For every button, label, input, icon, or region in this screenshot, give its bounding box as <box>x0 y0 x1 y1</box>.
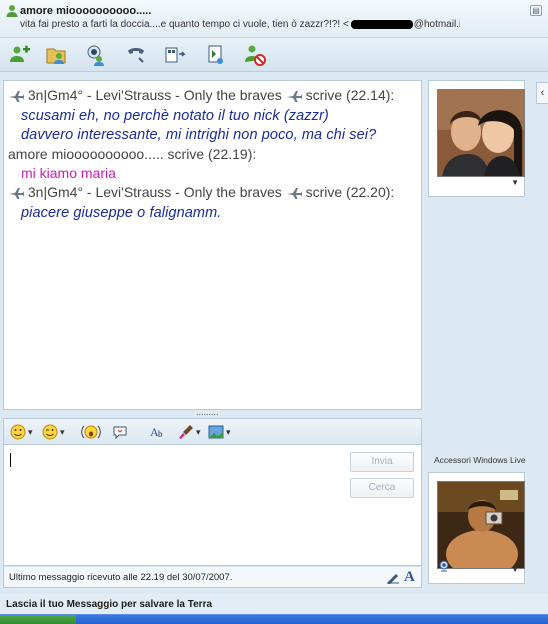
picture-icon <box>208 425 224 439</box>
nudge-button[interactable] <box>112 423 128 441</box>
send-button[interactable]: Invia <box>350 452 414 472</box>
message-text: piacere giuseppe o falignamm. <box>21 205 222 221</box>
games-icon <box>208 45 223 64</box>
airplane-icon <box>286 88 303 107</box>
webcam-button[interactable] <box>83 43 107 67</box>
search-button[interactable]: Cerca <box>350 478 414 498</box>
windows-live-accessories-label[interactable]: Accessori Windows Live <box>434 455 526 465</box>
theme-button[interactable]: ▾ <box>208 423 231 441</box>
webcam-icon <box>87 45 104 66</box>
call-button[interactable] <box>124 43 148 67</box>
voice-clip-icon <box>81 425 101 439</box>
block-contact-button[interactable] <box>243 43 267 67</box>
my-display-picture[interactable]: ▼ <box>428 472 525 584</box>
activities-button[interactable] <box>163 43 187 67</box>
chevron-down-icon: ▾ <box>60 426 65 437</box>
chevron-down-icon[interactable]: ▼ <box>511 178 519 187</box>
nudge-icon <box>113 426 127 440</box>
contact-status-message: vita fai presto a farti la doccia....e q… <box>20 19 460 30</box>
message-text: mi kiamo maria <box>21 165 116 181</box>
message-verb: scrive <box>305 184 343 200</box>
footer-message[interactable]: Lascia il tuo Messaggio per salvare la T… <box>6 599 212 610</box>
sender-name: 3n|Gm4° - Levi'Strauss - Only the braves <box>27 184 282 200</box>
wink-button[interactable]: ▾ <box>42 423 65 441</box>
contact-name[interactable]: amore mioooooooooo..... <box>20 5 151 17</box>
redacted-email <box>350 19 413 29</box>
status-message-end: @hotmail.it> <box>413 19 460 30</box>
message-time: (22.14): <box>346 87 395 103</box>
display-pictures-panel: ▼ Accessori Windows Live ▼ <box>428 80 538 584</box>
airplane-icon <box>8 88 25 107</box>
airplane-icon <box>8 185 25 204</box>
conversation-history[interactable]: 3n|Gm4° - Levi'Strauss - Only the braves… <box>3 80 422 410</box>
chevron-down-icon: ▾ <box>28 426 33 437</box>
invite-contact-button[interactable] <box>8 43 32 67</box>
webcam-icon <box>439 560 449 572</box>
voice-clip-button[interactable] <box>80 423 102 441</box>
formatting-toolbar: ▾ ▾ A b ▾ ▾ <box>3 418 422 444</box>
pane-splitter[interactable]: ......... <box>196 408 228 417</box>
airplane-icon <box>286 185 303 204</box>
start-button[interactable] <box>0 615 76 624</box>
message-text: davvero interessante, mi intrighi non po… <box>21 127 377 143</box>
games-button[interactable] <box>204 43 228 67</box>
contact-avatar <box>437 89 525 177</box>
chevron-down-icon: ▾ <box>226 426 231 437</box>
collapse-panel-button[interactable]: ‹ <box>536 82 548 104</box>
wink-icon <box>42 424 58 440</box>
taskbar <box>0 614 548 624</box>
handwriting-button[interactable] <box>386 570 400 589</box>
pen-icon <box>387 574 399 584</box>
webcam-status-button[interactable] <box>438 559 450 577</box>
chevron-down-icon[interactable]: ▼ <box>511 565 519 574</box>
block-contact-icon <box>245 45 266 66</box>
sender-name: 3n|Gm4° - Levi'Strauss - Only the braves <box>27 87 282 103</box>
action-toolbar <box>0 38 548 72</box>
message-time: (22.20): <box>346 184 395 200</box>
my-avatar <box>437 481 525 569</box>
svg-text:b: b <box>158 429 163 439</box>
message-header: amore mioooooooooo..... scrive (22.19): <box>8 145 417 164</box>
text-mode-button[interactable]: A <box>404 569 415 586</box>
status-bar: Ultimo messaggio ricevuto alle 22.19 del… <box>3 566 422 588</box>
contact-status-icon <box>5 4 19 23</box>
message-verb: scrive <box>167 146 205 162</box>
footer-bar: Lascia il tuo Messaggio per salvare la T… <box>0 594 548 614</box>
font-icon: A b <box>150 425 163 439</box>
invite-contact-icon <box>10 45 30 62</box>
message-input[interactable]: Invia Cerca <box>3 444 422 566</box>
last-message-status: Ultimo messaggio ricevuto alle 22.19 del… <box>9 572 233 583</box>
paintbrush-icon <box>179 425 193 439</box>
send-files-button[interactable] <box>44 43 68 67</box>
activities-icon <box>165 47 186 63</box>
message-verb: scrive <box>305 87 343 103</box>
chevron-down-icon: ▾ <box>196 426 201 437</box>
send-files-icon <box>46 48 66 64</box>
status-message-start: vita fai presto a farti la doccia....e q… <box>20 19 349 30</box>
message-time: (22.19): <box>208 146 257 162</box>
emoticon-button[interactable]: ▾ <box>10 423 33 441</box>
text-caret <box>10 453 11 467</box>
message-header: 3n|Gm4° - Levi'Strauss - Only the braves… <box>8 183 417 204</box>
show-menu-button[interactable]: ▤ <box>530 5 542 16</box>
font-button[interactable]: A b <box>150 423 168 441</box>
sender-name: amore mioooooooooo..... <box>8 146 164 162</box>
conversation-header: amore mioooooooooo..... vita fai presto … <box>0 0 548 38</box>
call-icon <box>128 48 144 63</box>
message-text: scusami eh, no perchè notato il tuo nick… <box>21 108 329 124</box>
message-header: 3n|Gm4° - Levi'Strauss - Only the braves… <box>8 86 417 107</box>
contact-display-picture[interactable]: ▼ <box>428 80 525 197</box>
smiley-icon <box>10 424 26 440</box>
background-button[interactable]: ▾ <box>178 423 201 441</box>
